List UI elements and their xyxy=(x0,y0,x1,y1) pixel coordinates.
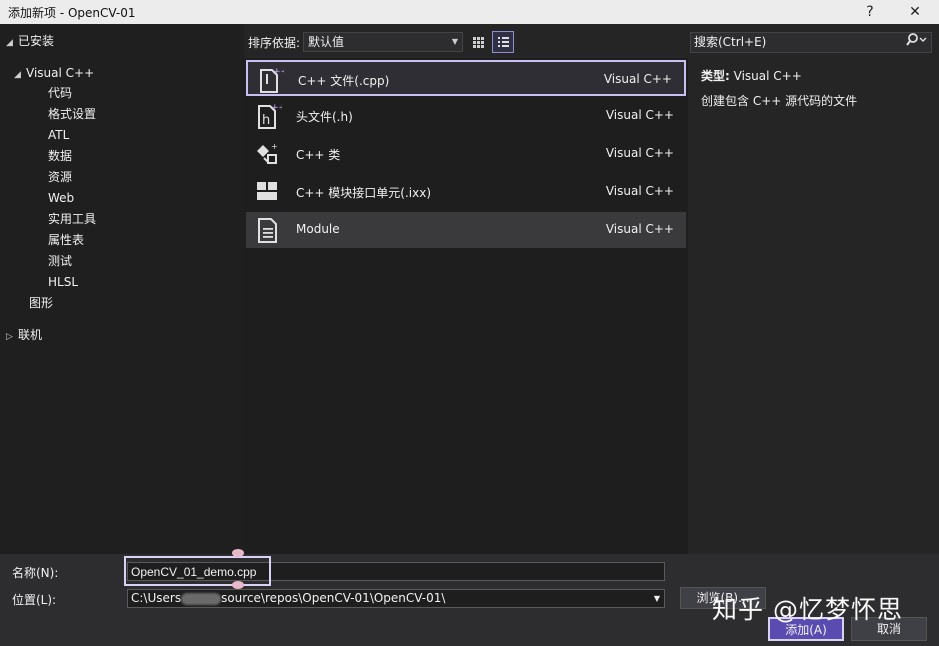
annotation-dot xyxy=(232,549,244,557)
template-item-module-interface[interactable]: C++ 模块接口单元(.ixx) Visual C++ xyxy=(246,174,686,210)
svg-text:++: ++ xyxy=(271,103,282,113)
sort-value: 默认值 xyxy=(308,35,345,49)
details-type-label: 类型: xyxy=(701,69,730,83)
dropdown-caret-icon: ▼ xyxy=(653,594,660,603)
template-language: Visual C++ xyxy=(605,184,674,198)
template-language: Visual C++ xyxy=(605,108,674,122)
svg-text:++: ++ xyxy=(273,67,284,77)
tree-node-visual-cpp[interactable]: ◢ Visual C++ xyxy=(14,63,94,83)
tree-node-formatting[interactable]: 格式设置 xyxy=(48,104,96,124)
dropdown-caret-icon: ▼ xyxy=(451,37,458,46)
location-prefix: C:\Users xyxy=(131,591,182,605)
expanded-arrow-icon[interactable]: ◢ xyxy=(6,33,18,53)
search-placeholder: 搜索(Ctrl+E) xyxy=(694,35,767,49)
header-file-icon: h ++ xyxy=(258,103,282,129)
template-list: ++ C++ 文件(.cpp) Visual C++ h ++ 头文件(.h) … xyxy=(244,58,688,554)
tree-node-code[interactable]: 代码 xyxy=(48,83,72,103)
window-title: 添加新项 - OpenCV-01 xyxy=(8,6,136,20)
name-label: 名称(N): xyxy=(12,566,59,580)
template-name: Module xyxy=(296,222,340,236)
template-language: Visual C++ xyxy=(605,146,674,160)
tree-node-utility[interactable]: 实用工具 xyxy=(48,209,96,229)
list-view-icon xyxy=(498,37,509,47)
redacted-username xyxy=(181,592,222,605)
tree-node-label: 已安装 xyxy=(18,34,55,48)
watermark: 知乎 @忆梦怀思 xyxy=(712,595,903,624)
location-dropdown[interactable]: C:\Users source\repos\OpenCV-01\OpenCV-01… xyxy=(127,589,665,608)
template-name: C++ 类 xyxy=(296,148,341,162)
sort-label: 排序依据: xyxy=(248,36,301,50)
tree-node-label: Visual C++ xyxy=(26,66,95,80)
details-description: 创建包含 C++ 源代码的文件 xyxy=(701,94,858,108)
tree-node-web[interactable]: Web xyxy=(48,188,74,208)
template-item-header-file[interactable]: h ++ 头文件(.h) Visual C++ xyxy=(246,98,686,134)
details-type: 类型: Visual C++ xyxy=(701,67,802,84)
cpp-file-icon: ++ xyxy=(260,67,284,93)
close-button[interactable]: ✕ xyxy=(893,0,937,24)
tree-node-property-sheets[interactable]: 属性表 xyxy=(48,230,84,250)
tree-node-label: 联机 xyxy=(18,328,43,342)
module-interface-icon xyxy=(257,182,277,200)
help-button[interactable]: ? xyxy=(848,0,892,24)
tree-node-resources[interactable]: 资源 xyxy=(48,167,72,187)
tree-node-hlsl[interactable]: HLSL xyxy=(48,272,78,292)
tree-node-test[interactable]: 测试 xyxy=(48,251,72,271)
location-suffix: source\repos\OpenCV-01\OpenCV-01\ xyxy=(221,591,446,605)
cpp-class-icon: + xyxy=(257,142,278,164)
details-type-value: Visual C++ xyxy=(733,69,802,83)
template-item-cpp-file[interactable]: ++ C++ 文件(.cpp) Visual C++ xyxy=(246,60,686,96)
template-item-module[interactable]: Module Visual C++ xyxy=(246,212,686,248)
svg-text:+: + xyxy=(271,142,278,151)
svg-text:h: h xyxy=(262,113,270,128)
module-file-icon xyxy=(258,218,277,243)
sort-dropdown[interactable]: 默认值 ▼ xyxy=(303,32,463,52)
tree-node-atl[interactable]: ATL xyxy=(48,125,69,145)
template-name: C++ 文件(.cpp) xyxy=(298,74,390,88)
tree-node-online[interactable]: ▷ 联机 xyxy=(6,325,42,345)
search-icon[interactable] xyxy=(905,33,927,54)
name-highlight xyxy=(124,556,271,586)
annotation-dot xyxy=(232,581,244,589)
grid-view-button[interactable] xyxy=(467,31,489,53)
template-name: C++ 模块接口单元(.ixx) xyxy=(296,186,432,200)
tree-node-installed[interactable]: ◢ 已安装 xyxy=(6,31,54,51)
collapsed-arrow-icon[interactable]: ▷ xyxy=(6,327,18,347)
tree-node-graphics[interactable]: 图形 xyxy=(29,293,53,313)
grid-view-icon xyxy=(473,37,484,48)
template-item-cpp-class[interactable]: + C++ 类 Visual C++ xyxy=(246,136,686,172)
expanded-arrow-icon[interactable]: ◢ xyxy=(14,65,26,85)
title-bar: 添加新项 - OpenCV-01 ? ✕ xyxy=(0,0,939,24)
search-input[interactable]: 搜索(Ctrl+E) xyxy=(690,32,932,53)
list-view-button[interactable] xyxy=(492,31,514,53)
template-language: Visual C++ xyxy=(603,72,672,86)
template-name: 头文件(.h) xyxy=(296,110,353,124)
category-tree xyxy=(0,24,244,554)
template-language: Visual C++ xyxy=(605,222,674,236)
location-label: 位置(L): xyxy=(12,593,57,607)
tree-node-data[interactable]: 数据 xyxy=(48,146,72,166)
